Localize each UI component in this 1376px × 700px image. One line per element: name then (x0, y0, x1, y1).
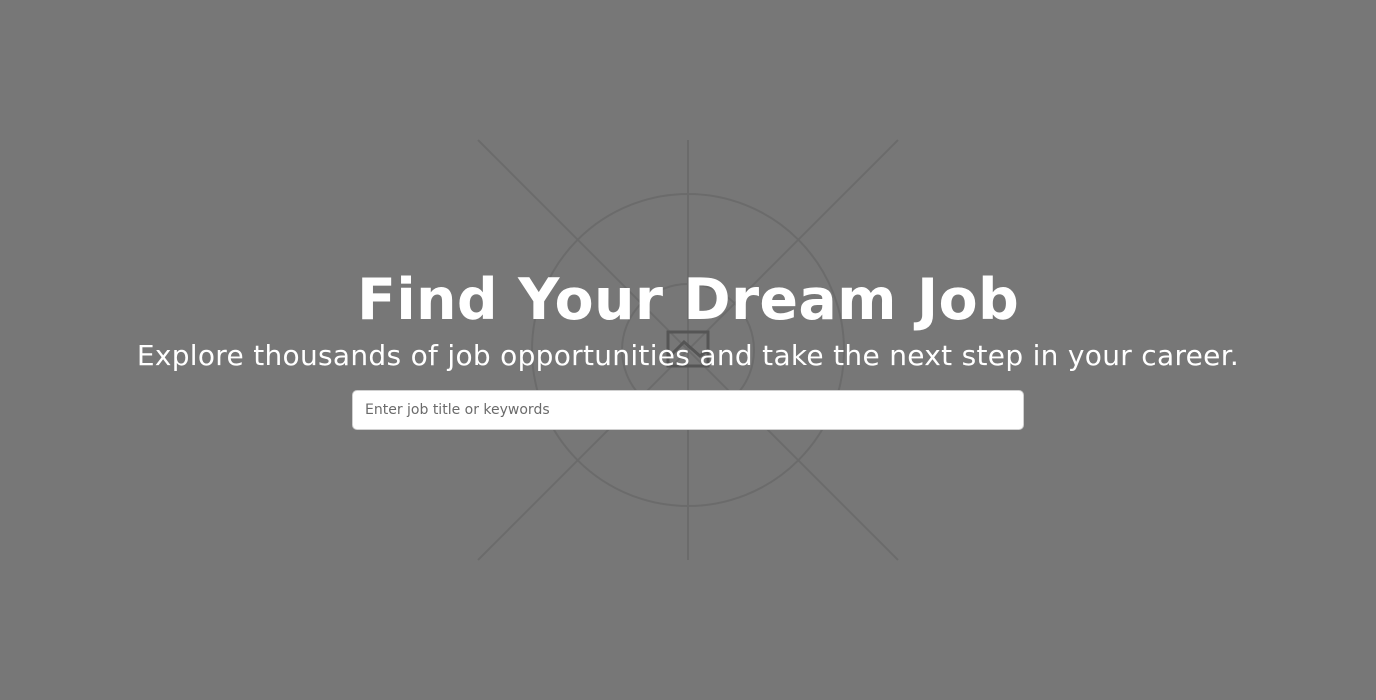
job-search-input[interactable] (352, 390, 1024, 430)
hero-subtitle: Explore thousands of job opportunities a… (136, 339, 1240, 372)
hero-section: Find Your Dream Job Explore thousands of… (0, 0, 1376, 700)
hero-title: Find Your Dream Job (356, 267, 1020, 333)
hero-content: Find Your Dream Job Explore thousands of… (0, 0, 1376, 700)
